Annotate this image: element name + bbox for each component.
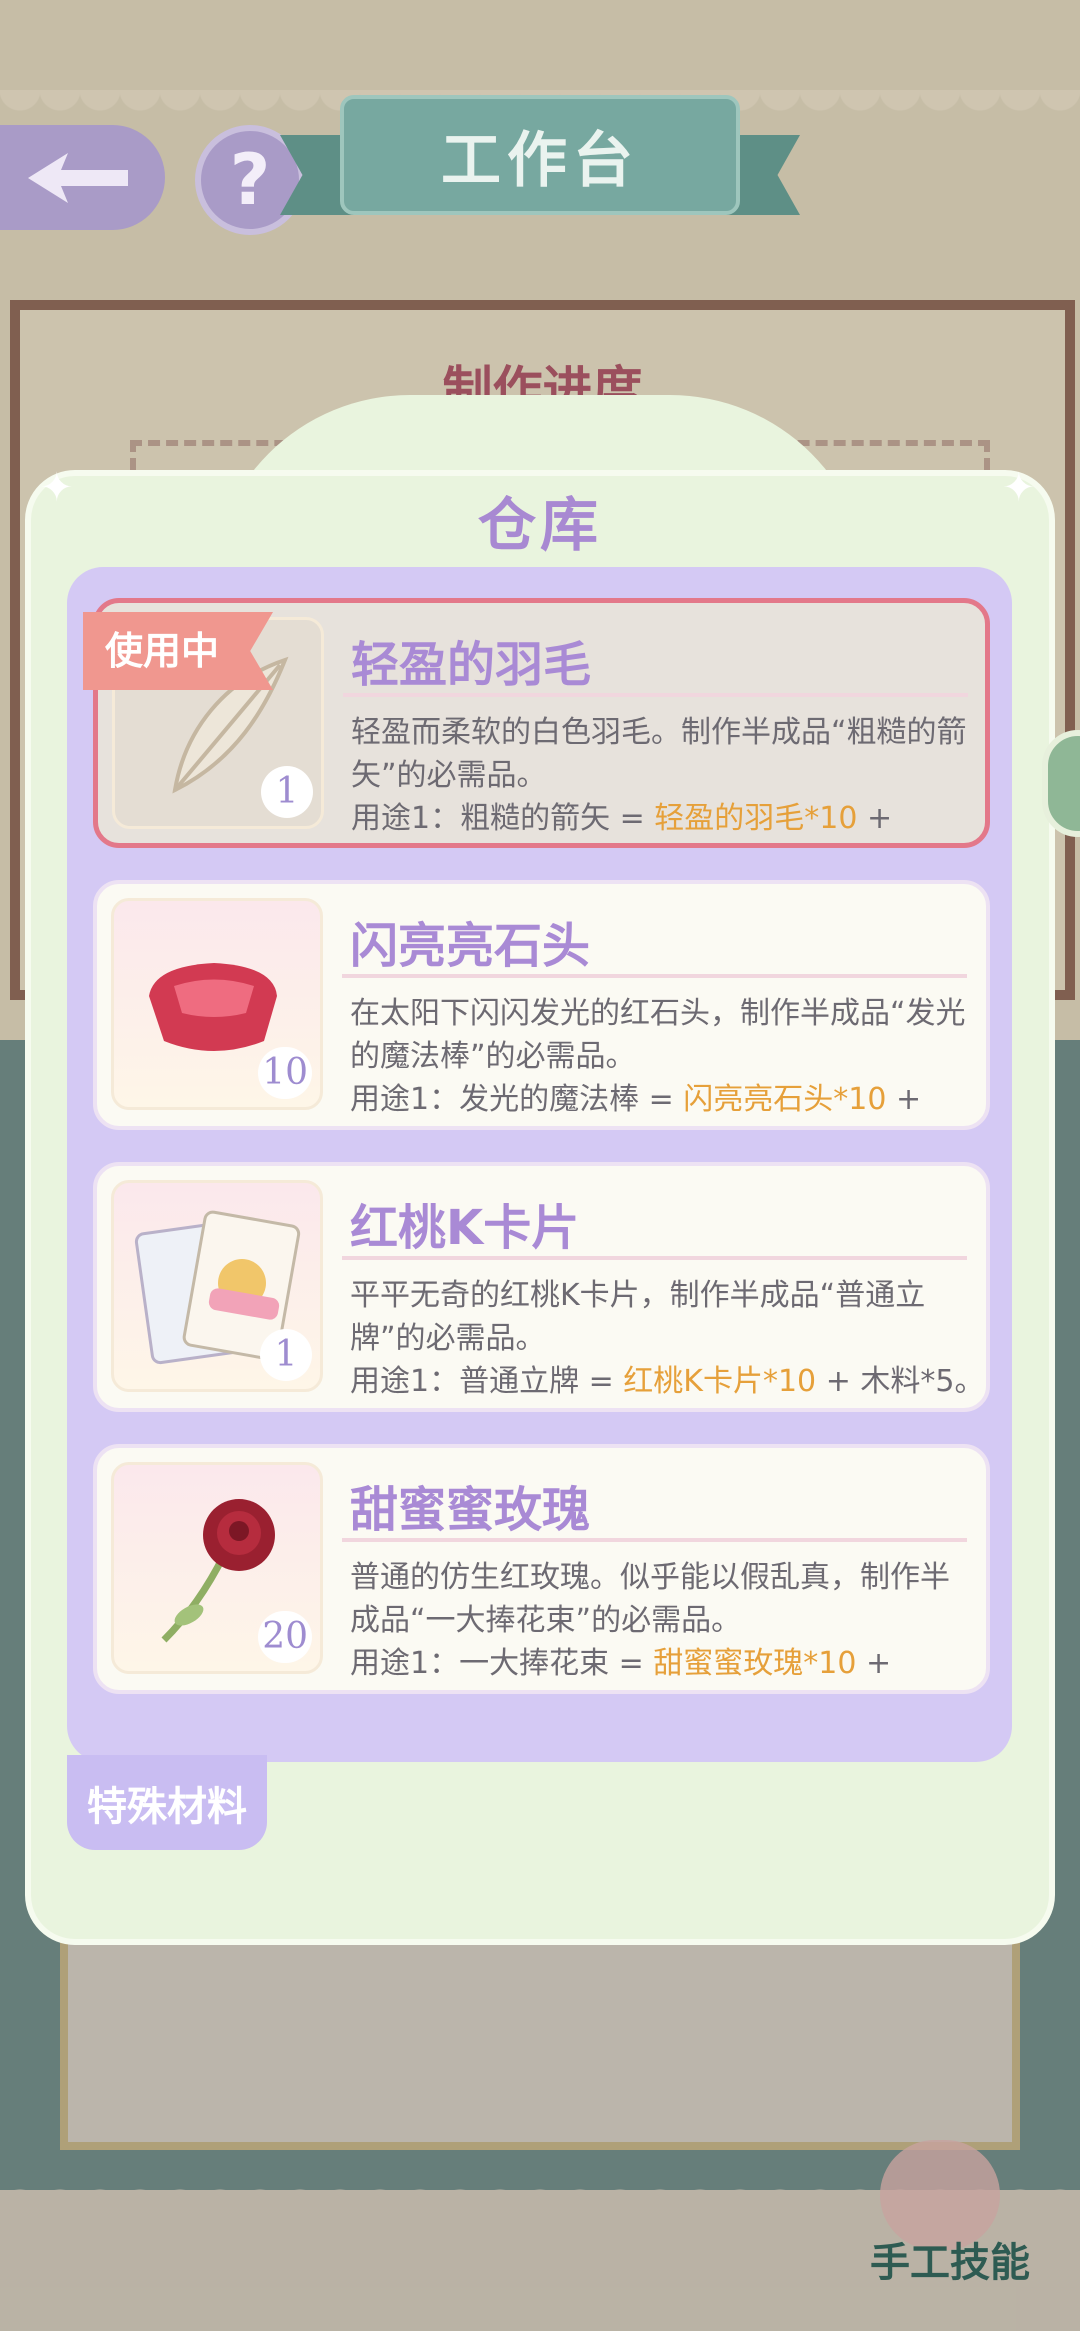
- back-button[interactable]: [0, 125, 165, 230]
- divider: [342, 974, 967, 978]
- usage-highlight: 甜蜜蜜玫瑰*10: [653, 1646, 857, 1681]
- item-description: 平平无奇的红桃K卡片，制作半成品“普通立牌”的必需品。: [350, 1278, 926, 1356]
- item-thumbnail: 10: [111, 898, 323, 1110]
- item-count: 1: [261, 766, 313, 818]
- warehouse-title: 仓库: [477, 491, 602, 559]
- usage-suffix: +: [857, 801, 893, 836]
- usage-suffix: + 木料*5。: [816, 1364, 985, 1399]
- item-name: 轻盈的羽毛: [351, 637, 592, 693]
- usage-highlight: 红桃K卡片*10: [623, 1364, 817, 1399]
- craft-skill-button[interactable]: 手工技能: [850, 2140, 1050, 2286]
- item-usage: 用途1：一大捧花束 = 甜蜜蜜玫瑰*10 +: [350, 1638, 980, 1682]
- usage-highlight: 轻盈的羽毛*10: [654, 801, 858, 836]
- usage-suffix: +: [886, 1082, 922, 1117]
- item-count: 1: [260, 1329, 312, 1381]
- in-use-tag: 使用中: [83, 612, 273, 690]
- page-title: 工作台: [340, 95, 740, 215]
- usage-prefix: 用途1：一大捧花束 =: [350, 1646, 654, 1681]
- question-icon: ?: [229, 139, 271, 221]
- back-arrow-icon: [27, 152, 128, 203]
- usage-prefix: 用途1：发光的魔法棒 =: [350, 1082, 684, 1117]
- craft-skill-label: 手工技能: [870, 2240, 1030, 2286]
- divider: [342, 1256, 967, 1260]
- item-name: 甜蜜蜜玫瑰: [350, 1482, 591, 1538]
- tab-special-materials[interactable]: 特殊材料: [67, 1755, 267, 1850]
- item-usage: 用途1：发光的魔法棒 = 闪亮亮石头*10 +: [350, 1074, 980, 1118]
- title-ribbon: 工作台: [280, 95, 800, 220]
- item-description: 在太阳下闪闪发光的红石头，制作半成品“发光的魔法棒”的必需品。: [350, 996, 966, 1074]
- item-description: 轻盈而柔软的白色羽毛。制作半成品“粗糙的箭矢”的必需品。: [351, 715, 967, 793]
- usage-prefix: 用途1：普通立牌 =: [350, 1364, 624, 1399]
- usage-prefix: 用途1：粗糙的箭矢 =: [351, 801, 655, 836]
- item-count: 10: [258, 1047, 312, 1099]
- divider: [343, 693, 968, 697]
- item-card[interactable]: 20 甜蜜蜜玫瑰 普通的仿生红玫瑰。似乎能以假乱真，制作半成品“一大捧花束”的必…: [93, 1444, 990, 1694]
- item-usage: 用途1：普通立牌 = 红桃K卡片*10 + 木料*5。: [350, 1356, 984, 1400]
- usage-suffix: +: [856, 1646, 892, 1681]
- item-thumbnail: 20: [111, 1462, 323, 1674]
- item-name: 红桃K卡片: [350, 1200, 580, 1256]
- usage-highlight: 闪亮亮石头*10: [683, 1082, 887, 1117]
- divider: [342, 1538, 967, 1542]
- item-thumbnail: 1: [111, 1180, 323, 1392]
- item-usage: 用途1：粗糙的箭矢 = 轻盈的羽毛*10 +: [351, 793, 981, 837]
- side-tab[interactable]: [1042, 730, 1080, 837]
- item-card[interactable]: 1 红桃K卡片 平平无奇的红桃K卡片，制作半成品“普通立牌”的必需品。 用途1：…: [93, 1162, 990, 1412]
- item-name: 闪亮亮石头: [350, 918, 591, 974]
- item-description: 普通的仿生红玫瑰。似乎能以假乱真，制作半成品“一大捧花束”的必需品。: [350, 1560, 950, 1638]
- item-card[interactable]: 10 闪亮亮石头 在太阳下闪闪发光的红石头，制作半成品“发光的魔法棒”的必需品。…: [93, 880, 990, 1130]
- item-count: 20: [258, 1611, 312, 1663]
